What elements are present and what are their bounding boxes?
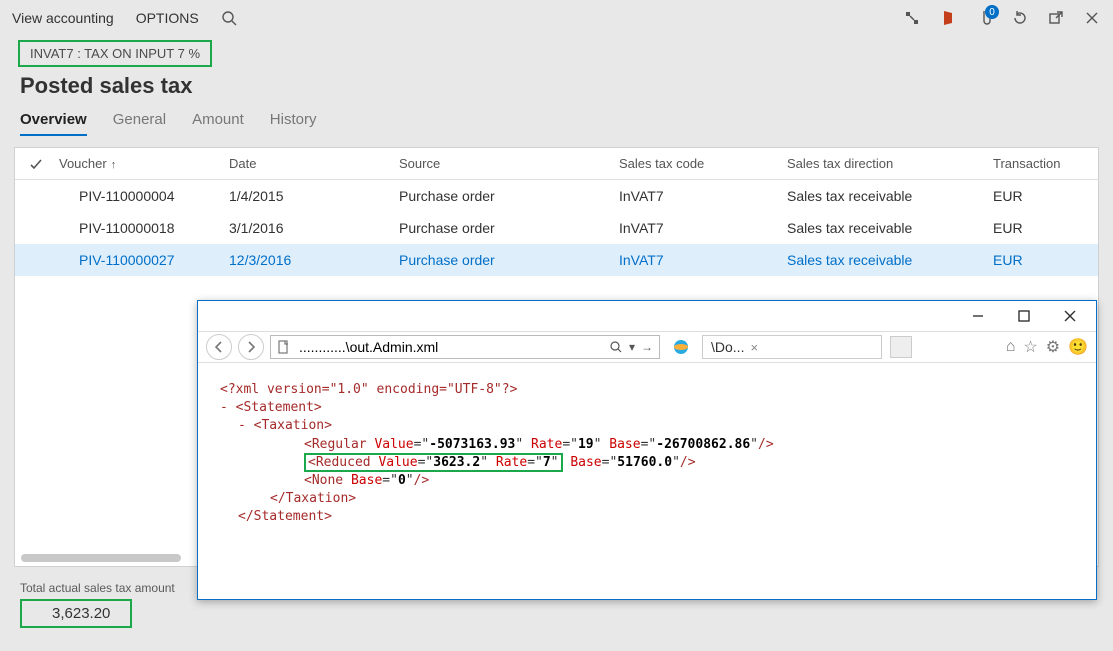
cell-date: 3/1/2016 [225,220,395,236]
sort-asc-icon: ↑ [111,159,117,171]
close-icon[interactable] [1083,9,1101,27]
xml-highlight: <Reduced Value="3623.2" Rate="7" [304,453,563,472]
col-date[interactable]: Date [225,156,395,171]
office-icon[interactable] [939,9,957,27]
page-title: Posted sales tax [20,73,1099,99]
ie-logo-icon [672,338,690,356]
xml-regular-base: -26700862.86 [656,437,750,452]
options-button[interactable]: OPTIONS [136,10,199,26]
ie-address-bar[interactable]: ▾ → [270,335,660,359]
xml-viewer: <?xml version="1.0" encoding="UTF-8"?> -… [198,363,1096,545]
select-all-checkbox[interactable] [25,157,55,171]
cell-voucher: PIV-110000027 [55,252,225,268]
cell-std: Sales tax receivable [783,252,989,268]
cell-stc: InVAT7 [615,188,783,204]
cell-stc: InVAT7 [615,252,783,268]
ie-minimize-button[interactable] [958,303,998,329]
table-row[interactable]: PIV-110000004 1/4/2015 Purchase order In… [15,180,1098,212]
cell-source: Purchase order [395,188,615,204]
file-icon [277,340,291,354]
xml-regular-rate: 19 [578,437,594,452]
search-icon[interactable] [221,10,237,26]
col-source[interactable]: Source [395,156,615,171]
cell-std: Sales tax receivable [783,220,989,236]
cell-date: 12/3/2016 [225,252,395,268]
cell-voucher: PIV-110000018 [55,220,225,236]
ie-search-icon[interactable]: ▾ [610,340,635,354]
popout-icon[interactable] [1047,9,1065,27]
tab-amount[interactable]: Amount [192,107,244,136]
ie-titlebar [198,301,1096,331]
col-sales-tax-direction[interactable]: Sales tax direction [783,156,989,171]
col-transaction-currency[interactable]: Transaction [989,156,1089,171]
ie-tab-close-icon[interactable]: × [750,340,758,355]
cell-date: 1/4/2015 [225,188,395,204]
refresh-icon[interactable] [1011,9,1029,27]
view-accounting-button[interactable]: View accounting [12,10,114,26]
cell-source: Purchase order [395,220,615,236]
total-value: 3,623.20 [20,599,132,628]
ie-maximize-button[interactable] [1004,303,1044,329]
context-tag: INVAT7 : TAX ON INPUT 7 % [18,40,212,67]
col-voucher[interactable]: Voucher ↑ [55,156,225,171]
cell-voucher: PIV-110000004 [55,188,225,204]
ie-tab-title: \Do... [711,339,744,355]
ie-url-input[interactable] [297,338,604,356]
xml-declaration: <?xml version="1.0" encoding="UTF-8"?> [220,382,517,397]
ie-toolbar: ▾ → \Do... × ⌂ ☆ ⚙ 🙂 [198,331,1096,363]
ie-window: ▾ → \Do... × ⌂ ☆ ⚙ 🙂 <?xml version="1.0"… [197,300,1097,600]
cell-tc: EUR [989,220,1089,236]
grid-header: Voucher ↑ Date Source Sales tax code Sale… [15,148,1098,180]
tab-general[interactable]: General [113,107,166,136]
col-voucher-label: Voucher [59,156,107,171]
tab-history[interactable]: History [270,107,317,136]
ie-favorites-icon[interactable]: ☆ [1023,337,1037,357]
cell-source: Purchase order [395,252,615,268]
attachments-icon[interactable]: 0 [975,9,993,27]
ie-back-button[interactable] [206,334,232,360]
ie-go-icon[interactable]: → [641,340,653,354]
xml-reduced-base: 51760.0 [617,455,672,470]
col-sales-tax-code[interactable]: Sales tax code [615,156,783,171]
ie-close-button[interactable] [1050,303,1090,329]
ie-newtab-button[interactable] [890,336,912,358]
cell-tc: EUR [989,252,1089,268]
xml-reduced-rate: 7 [543,455,551,470]
connector-icon[interactable] [903,9,921,27]
cell-tc: EUR [989,188,1089,204]
tab-strip: Overview General Amount History [20,107,1099,137]
tab-overview[interactable]: Overview [20,107,87,136]
table-row[interactable]: PIV-110000027 12/3/2016 Purchase order I… [15,244,1098,276]
xml-reduced-value: 3623.2 [433,455,480,470]
attachments-badge: 0 [985,5,999,19]
cell-stc: InVAT7 [615,220,783,236]
ie-tools-icon[interactable]: ⚙ [1046,337,1060,357]
ie-forward-button[interactable] [238,334,264,360]
xml-none-base: 0 [398,473,406,488]
ie-home-icon[interactable]: ⌂ [1006,338,1016,356]
xml-regular-value: -5073163.93 [429,437,515,452]
table-row[interactable]: PIV-110000018 3/1/2016 Purchase order In… [15,212,1098,244]
ie-tab[interactable]: \Do... × [702,335,882,359]
horizontal-scrollbar[interactable] [21,554,181,562]
ie-smiley-icon[interactable]: 🙂 [1068,337,1088,357]
cell-std: Sales tax receivable [783,188,989,204]
app-toolbar: View accounting OPTIONS 0 [0,0,1113,36]
